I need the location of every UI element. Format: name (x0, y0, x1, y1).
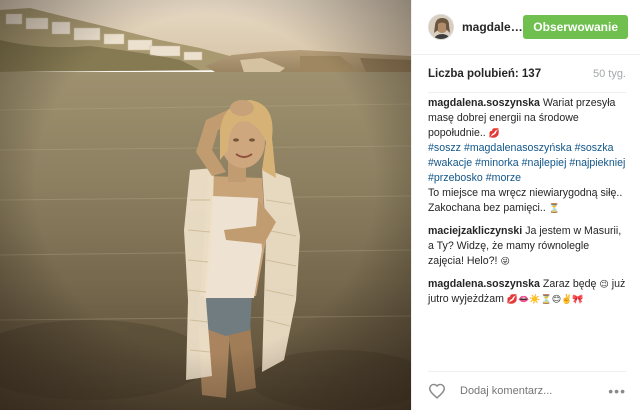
hashtag-link[interactable]: #najpiekniej (569, 157, 625, 169)
follow-button[interactable]: Obserwowanie (523, 15, 628, 39)
hashtag-link[interactable]: #soszka (575, 142, 614, 154)
comment-username[interactable]: magdalena.soszynska (428, 278, 540, 290)
avatar-image (429, 15, 453, 39)
comment-username[interactable]: maciejzakliczynski (428, 225, 522, 237)
post-stats: Liczba polubień: 137 50 tyg. (428, 55, 626, 93)
kiss-emoji: 💋 (488, 128, 500, 138)
more-options-icon[interactable]: ••• (608, 383, 626, 399)
caption-comment: magdalena.soszynska Wariat przesyła masę… (428, 96, 626, 216)
hashtag-link[interactable]: #soszz (428, 142, 461, 154)
hashtag-link[interactable]: #morze (486, 172, 521, 184)
post-header: magdalena.soszynska Obserwowanie (412, 0, 640, 55)
instagram-post: magdalena.soszynska Obserwowanie Liczba … (0, 0, 640, 410)
comment-text: To miejsce ma wręcz niewiarygodną siłę..… (428, 187, 623, 214)
beach-photo-illustration (0, 0, 411, 410)
post-author-username[interactable]: magdalena.soszynska (462, 20, 523, 34)
comment-bar: ••• (428, 371, 626, 410)
add-comment-input[interactable] (460, 385, 609, 397)
comments-list: magdalena.soszynska Wariat przesyła masę… (412, 93, 640, 315)
hashtag-link[interactable]: #najlepiej (522, 157, 567, 169)
likes-count[interactable]: Liczba polubień: 137 (428, 68, 541, 80)
comment-username[interactable]: magdalena.soszynska (428, 97, 540, 109)
wink-emoji: 😉 (599, 279, 609, 289)
comment-text: Zaraz będę (542, 278, 597, 290)
post-age[interactable]: 50 tyg. (593, 68, 626, 80)
hourglass-emoji: ⏳ (548, 203, 560, 213)
post-photo[interactable] (0, 0, 411, 410)
hashtag-link[interactable]: #minorka (475, 157, 519, 169)
heart-icon[interactable] (428, 383, 446, 399)
avatar[interactable] (428, 14, 454, 40)
winking-tongue-emoji: 😜 (500, 256, 510, 266)
post-side-panel: magdalena.soszynska Obserwowanie Liczba … (411, 0, 640, 410)
hashtag-link[interactable]: #przebosko (428, 172, 483, 184)
hashtag-link[interactable]: #magdalenasoszyńska (464, 142, 572, 154)
hashtag-link[interactable]: #wakacje (428, 157, 472, 169)
comment-item: magdalena.soszynska Zaraz będę 😉 już jut… (428, 277, 626, 307)
comment-item: maciejzakliczynski Ja jestem w Masurii, … (428, 224, 626, 269)
emoji-sequence: 💋👄☀️⏳😊✌️🎀 (506, 294, 584, 304)
